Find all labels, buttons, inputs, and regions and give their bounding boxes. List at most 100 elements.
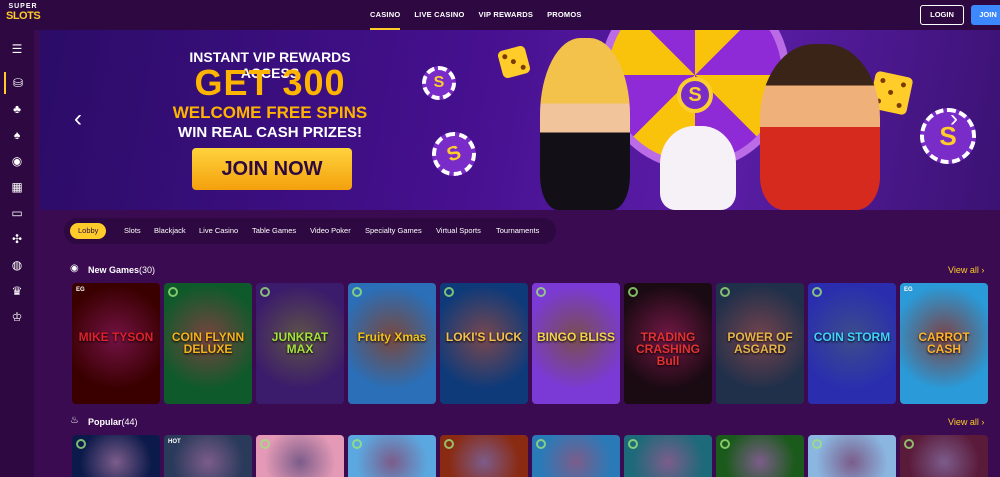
game-title: COIN FLYNN DELUXE [171,330,245,356]
dice-icon [496,44,532,80]
login-button[interactable]: LOGIN [920,5,964,25]
popular-title: Popular [88,417,122,427]
carousel-prev-arrow-icon[interactable]: ‹ [68,104,88,134]
sidebar-blackjack-spade-icon[interactable]: ♠ [4,124,30,146]
game-title: Fruity Xmas [357,330,427,344]
provider-badge-icon [904,439,914,449]
game-title: MIKE TYSON [78,330,154,344]
provider-badge-icon [812,287,822,297]
provider-badge-icon [536,287,546,297]
game-tile[interactable]: EG CARROT CASH [900,283,988,404]
sidebar: ☰ ⛁ ♣ ♠ ◉ ▦ ▭ ✣ ◍ ♛ ♔ [0,30,34,477]
tab-table-games[interactable]: Table Games [252,218,296,244]
popular-heading: Popular(44) [88,417,138,427]
game-provider-tag: HOT [168,439,181,445]
logo-bottom-text: SLOTS [6,10,41,22]
new-games-heading: New Games(30) [88,265,155,275]
join-button[interactable]: JOIN [971,5,1000,25]
provider-badge-icon [352,287,362,297]
game-tile[interactable] [808,435,896,477]
provider-badge-icon [720,439,730,449]
game-title: CARROT CASH [918,330,970,356]
provider-badge-icon [76,439,86,449]
game-tile[interactable]: JUNKRAT MAX [256,283,344,404]
provider-badge-icon [720,287,730,297]
provider-badge-icon [168,287,178,297]
tab-live-casino[interactable]: Live Casino [199,218,238,244]
provider-badge-icon [628,439,638,449]
popular-count: (44) [121,417,138,427]
provider-badge-icon [352,439,362,449]
hero-line-4: WIN REAL CASH PRIZES! [178,124,362,141]
game-tile[interactable]: BINGO BLISS [532,283,620,404]
game-provider-tag: EG [76,287,85,293]
game-tile[interactable] [624,435,712,477]
new-games-count: (30) [139,265,156,275]
provider-badge-icon [260,439,270,449]
game-tile[interactable] [72,435,160,477]
game-tile[interactable]: COIN FLYNN DELUXE [164,283,252,404]
game-provider-tag: EG [904,287,913,293]
menu-icon[interactable]: ☰ [4,38,30,60]
logo-top-text: SUPER [8,3,38,10]
hero-line-3: WELCOME FREE SPINS [172,103,368,122]
fire-icon: ♨ [70,415,79,426]
game-title: JUNKRAT MAX [271,330,329,356]
category-tabs: Lobby Slots Blackjack Live Casino Table … [64,218,556,244]
eye-icon: ◉ [70,263,79,274]
top-bar: SUPER SLOTS CASINO LIVE CASINO VIP REWAR… [0,0,1000,30]
wheel-center-coin: S [677,77,713,113]
nav-live-casino[interactable]: LIVE CASINO [414,0,464,30]
sidebar-live-casino-icon[interactable]: ◉ [4,150,30,172]
provider-badge-icon [536,439,546,449]
nav-casino[interactable]: CASINO [370,0,401,30]
tab-lobby[interactable]: Lobby [70,223,107,239]
game-tile[interactable]: EG MIKE TYSON [72,283,160,404]
game-title: BINGO BLISS [536,330,615,344]
game-tile[interactable] [256,435,344,477]
game-tile[interactable] [532,435,620,477]
game-tile[interactable]: COIN STORM [808,283,896,404]
hero-line-2: GET 300 [194,62,346,103]
sidebar-sports-ball-icon[interactable]: ◍ [4,254,30,276]
blonde-woman-character [540,38,630,210]
game-tile[interactable]: LOKI'S LUCK [440,283,528,404]
game-tile[interactable]: Fruity Xmas [348,283,436,404]
tab-blackjack[interactable]: Blackjack [154,218,186,244]
provider-badge-icon [812,439,822,449]
hero-banner[interactable]: S S S S INSTANT VIP REWARDS ACCESS GET 3… [40,30,1000,210]
tab-tournaments[interactable]: Tournaments [496,218,539,244]
sidebar-cards-icon[interactable]: ▦ [4,176,30,198]
game-tile[interactable] [440,435,528,477]
provider-badge-icon [260,287,270,297]
sidebar-video-poker-icon[interactable]: ▭ [4,202,30,224]
sidebar-specialty-icon[interactable]: ✣ [4,228,30,250]
game-tile[interactable]: TRADING CRASHING Bull [624,283,712,404]
new-games-view-all-link[interactable]: View all › [948,265,984,275]
join-now-button[interactable]: JOIN NOW [192,148,352,190]
tab-specialty-games[interactable]: Specialty Games [365,218,422,244]
nav-vip-rewards[interactable]: VIP REWARDS [479,0,534,30]
provider-badge-icon [444,439,454,449]
tab-slots[interactable]: Slots [124,218,141,244]
sidebar-slots-icon[interactable]: ♣ [4,98,30,120]
popular-view-all-link[interactable]: View all › [948,417,984,427]
game-title: TRADING CRASHING Bull [635,330,700,368]
tab-virtual-sports[interactable]: Virtual Sports [436,218,481,244]
main-nav: CASINO LIVE CASINO VIP REWARDS PROMOS [370,0,582,30]
nav-promos[interactable]: PROMOS [547,0,582,30]
game-tile[interactable] [348,435,436,477]
new-games-title: New Games [88,265,140,275]
game-tile[interactable] [900,435,988,477]
sidebar-trophy-icon[interactable]: ♛ [4,280,30,302]
sidebar-casino-chips-icon[interactable]: ⛁ [4,72,30,94]
casino-chip-icon: S [425,125,483,183]
carousel-next-arrow-icon[interactable]: › [944,104,964,134]
sidebar-crown-icon[interactable]: ♔ [4,306,30,328]
game-tile[interactable] [716,435,804,477]
provider-badge-icon [628,287,638,297]
tab-video-poker[interactable]: Video Poker [310,218,351,244]
super-slots-logo[interactable]: SUPER SLOTS [6,3,41,27]
game-tile[interactable]: POWER OF ASGARD [716,283,804,404]
game-tile[interactable]: HOT [164,435,252,477]
